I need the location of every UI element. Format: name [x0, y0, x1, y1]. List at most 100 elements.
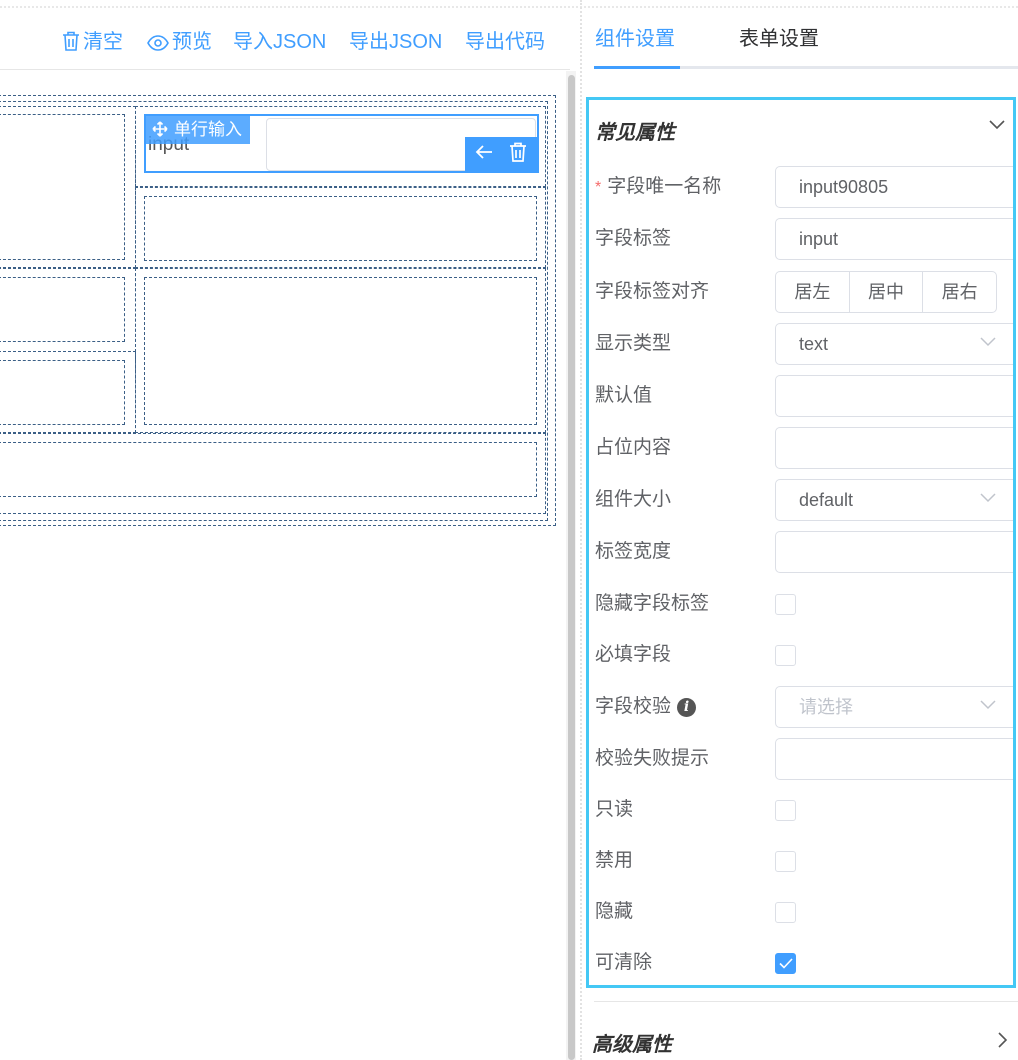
row-field-name: * 字段唯一名称 input90805 [589, 166, 1013, 218]
design-canvas[interactable] [0, 71, 566, 1060]
drag-handle[interactable]: 单行输入 [146, 116, 250, 144]
field-name-input[interactable]: input90805 [775, 166, 1013, 208]
tab-active-indicator [594, 66, 680, 69]
selected-input-widget[interactable]: input 单行输入 [144, 114, 539, 173]
preview-button[interactable]: 预览 [147, 28, 212, 56]
advanced-section-header[interactable]: 高级属性 [586, 1012, 1016, 1060]
canvas-scrollbar[interactable] [566, 71, 576, 1060]
preview-label: 预览 [172, 31, 212, 53]
delete-widget-button[interactable] [509, 142, 527, 167]
form-designer: 清空 预览 导入JSON 导出JSON 导出代码 input 单行输入 [0, 0, 580, 1060]
required-mark: * [595, 179, 602, 196]
tab-form-settings[interactable]: 表单设置 [739, 24, 819, 54]
validation-select[interactable]: 请选择 [775, 686, 1013, 728]
align-right-button[interactable]: 居右 [923, 272, 996, 312]
validation-label: 字段校验 i [595, 686, 697, 728]
drag-label: 单行输入 [174, 120, 242, 139]
hide-label-label: 隐藏字段标签 [595, 593, 710, 614]
common-section-title: 常见属性 [595, 122, 675, 144]
chevron-down-icon [980, 337, 996, 347]
row-field-label: 字段标签 input [589, 218, 1013, 270]
arrow-left-icon [475, 145, 492, 159]
size-label: 组件大小 [595, 489, 672, 510]
eye-icon [147, 35, 169, 51]
row-disabled: 禁用 [589, 840, 1013, 892]
readonly-checkbox[interactable] [775, 800, 796, 821]
hidden-checkbox[interactable] [775, 902, 796, 923]
clearable-label: 可清除 [595, 952, 653, 973]
check-icon [779, 958, 793, 969]
chevron-down-icon [989, 120, 1005, 130]
default-value-input[interactable] [775, 375, 1013, 417]
row-clearable: 可清除 [589, 942, 1013, 985]
row-validation-hint: 校验失败提示 [589, 738, 1013, 790]
display-type-label: 显示类型 [595, 333, 672, 354]
trash-icon [63, 31, 79, 51]
label-width-input[interactable] [775, 531, 1013, 573]
field-label-input[interactable]: input [775, 218, 1013, 260]
label-align-label: 字段标签对齐 [595, 281, 710, 302]
placeholder-input[interactable] [775, 427, 1013, 469]
validation-hint-input[interactable] [775, 738, 1013, 780]
row-required: 必填字段 [589, 634, 1013, 686]
drop-zone-r5[interactable] [0, 442, 537, 497]
row-placeholder: 占位内容 [589, 427, 1013, 479]
row-default-value: 默认值 [589, 375, 1013, 427]
disabled-checkbox[interactable] [775, 851, 796, 872]
clear-button[interactable]: 清空 [62, 28, 123, 56]
export-code-button[interactable]: 导出代码 [465, 28, 545, 56]
required-checkbox[interactable] [775, 645, 796, 666]
clearable-checkbox[interactable] [775, 953, 796, 974]
row-validation: 字段校验 i 请选择 [589, 686, 1013, 738]
export-json-label: 导出JSON [349, 31, 443, 53]
size-select[interactable]: default [775, 479, 1013, 521]
row-hidden: 隐藏 [589, 891, 1013, 943]
drop-zone-r2c2[interactable] [144, 196, 537, 261]
default-value-label: 默认值 [595, 385, 653, 406]
row-label-width: 标签宽度 [589, 531, 1013, 583]
disabled-label: 禁用 [595, 850, 634, 871]
drop-zone-r4c1[interactable] [0, 360, 125, 425]
section-divider [594, 1001, 1018, 1002]
widget-actions [465, 137, 537, 171]
common-section-header[interactable]: 常见属性 [589, 100, 1013, 158]
import-json-label: 导入JSON [233, 31, 327, 53]
readonly-label: 只读 [595, 799, 634, 820]
required-label: 必填字段 [595, 644, 672, 665]
field-name-label: * 字段唯一名称 [595, 176, 722, 197]
chevron-down-icon [980, 700, 996, 710]
info-icon[interactable]: i [677, 698, 697, 717]
hidden-label: 隐藏 [595, 901, 634, 922]
align-left-button[interactable]: 居左 [776, 272, 850, 312]
drop-zone-r3c2[interactable] [144, 277, 537, 425]
tab-widget-settings[interactable]: 组件设置 [595, 24, 675, 54]
settings-panel: 组件设置 表单设置 常见属性 * 字段唯一名称 input90805 字段标签 i… [582, 0, 1018, 1060]
row-size: 组件大小 default [589, 479, 1013, 531]
row-label-align: 字段标签对齐 居左 居中 居右 [589, 271, 1013, 323]
label-align-group: 居左 居中 居右 [775, 271, 997, 313]
row-readonly: 只读 [589, 789, 1013, 841]
display-type-value: text [799, 334, 829, 354]
row-hide-label: 隐藏字段标签 [589, 583, 1013, 635]
display-type-select[interactable]: text [775, 323, 1013, 365]
size-value: default [799, 490, 854, 510]
chevron-down-icon [980, 493, 996, 503]
import-json-button[interactable]: 导入JSON [233, 28, 326, 56]
drop-zone-r1c1[interactable] [0, 114, 125, 260]
advanced-section-title: 高级属性 [592, 1034, 672, 1056]
align-center-button[interactable]: 居中 [850, 272, 924, 312]
label-width-label: 标签宽度 [595, 541, 672, 562]
export-code-label: 导出代码 [465, 31, 545, 53]
validation-placeholder: 请选择 [799, 697, 853, 717]
validation-hint-label: 校验失败提示 [595, 748, 710, 769]
trash-icon [510, 142, 526, 162]
common-properties-panel: 常见属性 * 字段唯一名称 input90805 字段标签 input 字段标签对… [586, 97, 1016, 988]
move-icon [152, 121, 168, 137]
hide-label-checkbox[interactable] [775, 594, 796, 615]
field-label-label: 字段标签 [595, 228, 672, 249]
select-parent-button[interactable] [474, 142, 494, 167]
drop-zone-r3c1a[interactable] [0, 277, 125, 342]
clear-label: 清空 [83, 31, 123, 53]
export-json-button[interactable]: 导出JSON [349, 28, 442, 56]
scrollbar-thumb[interactable] [568, 75, 575, 1060]
